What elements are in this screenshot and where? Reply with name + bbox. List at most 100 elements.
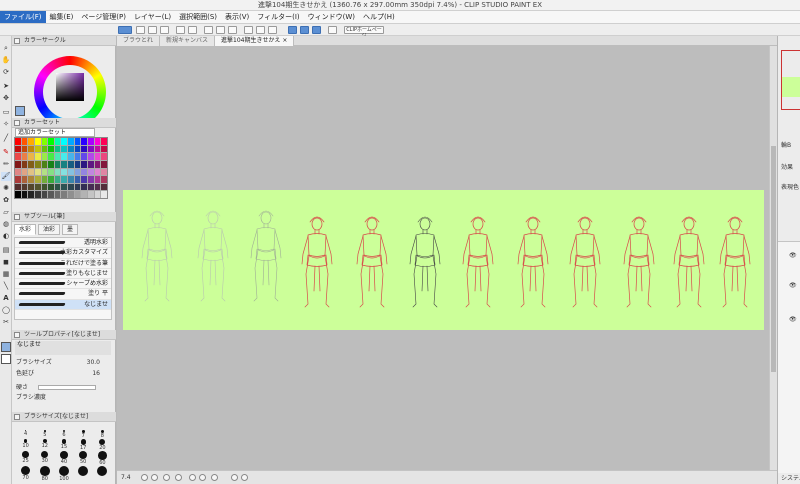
color-swatch[interactable] [34, 183, 41, 191]
color-swatch[interactable] [54, 191, 61, 198]
frame-tool-icon[interactable]: ▦ [1, 270, 11, 279]
color-swatch[interactable] [48, 138, 54, 145]
color-swatch[interactable] [61, 145, 68, 153]
menu-view[interactable]: 表示(V) [221, 11, 253, 23]
eye-icon[interactable]: 👁 [789, 282, 797, 289]
color-swatch[interactable] [48, 160, 54, 168]
clear-icon[interactable] [216, 26, 225, 34]
current-color-swatch[interactable] [15, 106, 25, 116]
menu-layer[interactable]: レイヤー(L) [130, 11, 175, 23]
airbrush-icon[interactable]: ✺ [1, 184, 11, 193]
color-swatch[interactable] [21, 145, 28, 153]
brush-item[interactable]: 塗りもなじませ [15, 269, 111, 280]
color-swatch[interactable] [41, 183, 48, 191]
color-set-dropdown[interactable]: 追加カラーセット [15, 128, 95, 137]
brush-size-option[interactable]: 8 [93, 430, 112, 439]
saturation-value-square[interactable] [56, 73, 84, 101]
prop-hardness[interactable]: 硬さ [16, 383, 110, 392]
color-swatch[interactable] [61, 191, 68, 198]
fill-icon[interactable] [228, 26, 237, 34]
color-swatch[interactable] [74, 160, 81, 168]
main-color-swatch[interactable] [1, 342, 11, 352]
sub-color-swatch[interactable] [1, 354, 11, 364]
color-swatch[interactable] [48, 168, 54, 176]
navigator-frame[interactable] [781, 50, 800, 110]
color-swatch[interactable] [94, 191, 101, 198]
decoration-icon[interactable]: ✿ [1, 196, 11, 205]
color-swatch[interactable] [15, 145, 21, 153]
zoom-tool-icon[interactable]: ⌕ [1, 44, 11, 53]
color-swatch[interactable] [88, 183, 94, 191]
color-swatch[interactable] [101, 176, 107, 183]
color-swatch[interactable] [41, 145, 48, 153]
open-icon[interactable] [148, 26, 157, 34]
brush-item[interactable]: 塗り 平 [15, 289, 111, 300]
color-swatch[interactable] [41, 138, 48, 145]
actual-size-icon[interactable] [175, 474, 182, 481]
brush-item[interactable]: これだけで塗る筆 [15, 259, 111, 269]
brush-tool-icon[interactable]: 🖌 [1, 172, 11, 181]
color-swatch[interactable] [41, 160, 48, 168]
color-swatch[interactable] [101, 145, 107, 153]
color-swatch[interactable] [88, 145, 94, 153]
new-icon[interactable] [136, 26, 145, 34]
color-swatch[interactable] [68, 160, 74, 168]
brush-size-option[interactable]: 10 [16, 439, 35, 451]
eyedropper-icon[interactable]: ╱ [1, 134, 11, 143]
color-swatch[interactable] [61, 183, 68, 191]
transform-icon[interactable] [204, 26, 213, 34]
brush-size-option[interactable]: 15 [54, 439, 73, 451]
color-swatch[interactable] [88, 176, 94, 183]
color-swatch[interactable] [54, 183, 61, 191]
color-swatch[interactable] [74, 191, 81, 198]
fill-tool-icon[interactable]: ◐ [1, 232, 11, 241]
color-swatch[interactable] [81, 138, 88, 145]
menu-edit[interactable]: 編集(E) [46, 11, 78, 23]
color-swatch[interactable] [28, 176, 34, 183]
color-swatch[interactable] [48, 153, 54, 160]
gradient-icon[interactable]: ▤ [1, 246, 11, 255]
color-swatch[interactable] [74, 176, 81, 183]
color-swatch[interactable] [88, 138, 94, 145]
color-swatch[interactable] [61, 168, 68, 176]
color-swatch[interactable] [21, 160, 28, 168]
menu-window[interactable]: ウィンドウ(W) [304, 11, 359, 23]
color-swatch[interactable] [101, 191, 107, 198]
brush-size-option[interactable]: 4 [16, 430, 35, 439]
figure-tool-icon[interactable]: ◼ [1, 258, 11, 267]
color-swatch[interactable] [54, 176, 61, 183]
color-swatch[interactable] [68, 138, 74, 145]
color-swatch[interactable] [101, 168, 107, 176]
color-swatch[interactable] [48, 191, 54, 198]
scrollbar-thumb[interactable] [771, 146, 776, 372]
flip-icon[interactable] [211, 474, 218, 481]
color-swatch[interactable] [28, 168, 34, 176]
eye-icon[interactable]: 👁 [789, 252, 797, 259]
color-swatch[interactable] [41, 176, 48, 183]
brush-size-option[interactable]: 50 [74, 451, 93, 466]
color-swatch[interactable] [28, 138, 34, 145]
brush-size-option[interactable] [93, 465, 112, 482]
prop-color-stretch[interactable]: 色延び 16 [16, 369, 110, 378]
color-swatch[interactable] [28, 191, 34, 198]
color-swatch[interactable] [94, 138, 101, 145]
canvas-paper[interactable] [123, 190, 764, 330]
brush-size-option[interactable]: 20 [93, 439, 112, 451]
color-swatch[interactable] [15, 168, 21, 176]
operation-tool-icon[interactable]: ➤ [1, 82, 11, 91]
color-swatch[interactable] [21, 138, 28, 145]
rotate-tool-icon[interactable]: ⟳ [1, 68, 11, 77]
color-swatch[interactable] [74, 168, 81, 176]
color-swatch[interactable] [101, 183, 107, 191]
color-swatch[interactable] [94, 176, 101, 183]
color-swatch[interactable] [94, 153, 101, 160]
color-swatch[interactable] [81, 191, 88, 198]
selection-tool-icon[interactable]: ▭ [1, 108, 11, 117]
next-icon[interactable] [241, 474, 248, 481]
close-icon[interactable]: × [282, 37, 287, 44]
color-swatch[interactable] [74, 153, 81, 160]
brush-size-option[interactable]: 100 [54, 465, 73, 482]
brush-size-option[interactable]: 6 [54, 430, 73, 439]
color-swatch[interactable] [15, 138, 21, 145]
color-swatch[interactable] [48, 176, 54, 183]
